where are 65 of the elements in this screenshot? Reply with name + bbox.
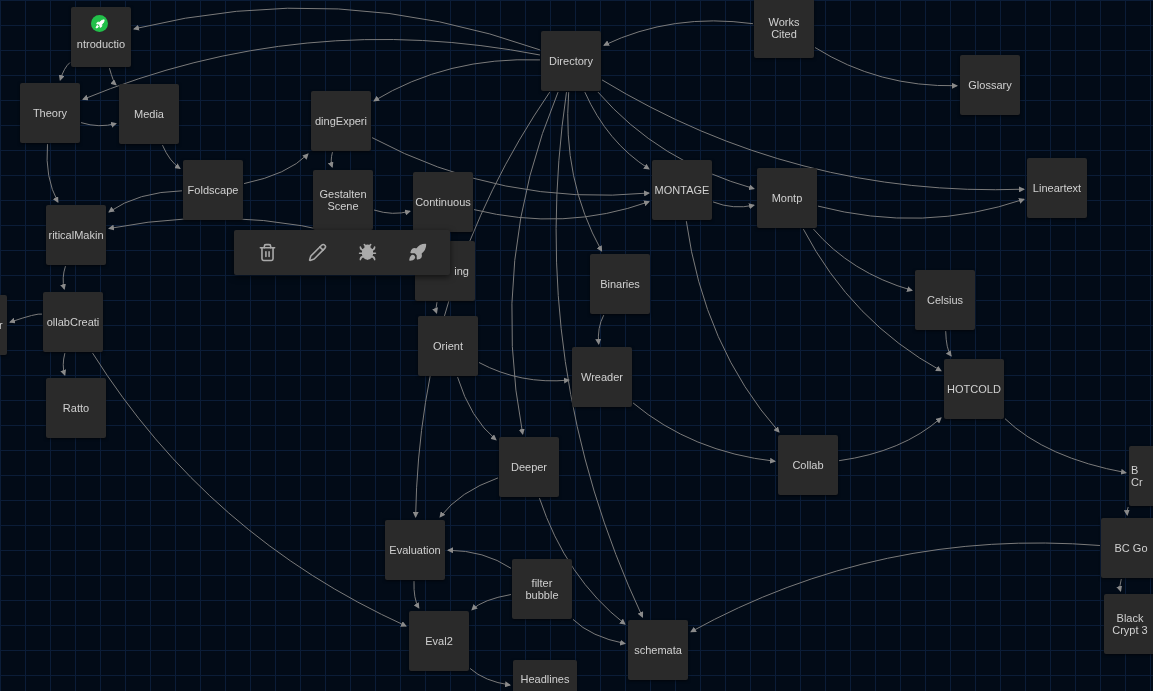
passage-card[interactable]: Theory [20, 83, 80, 143]
passage-title: Continuous [415, 196, 471, 208]
passage-title: Headlines [520, 673, 570, 685]
passage-title: Collab [792, 459, 824, 471]
passage-title: Theory [32, 107, 68, 119]
passage-card[interactable]: Foldscape [183, 160, 243, 220]
passage-card[interactable]: Deeper [499, 437, 559, 497]
passage-title: Deeper [510, 461, 548, 473]
passage-card[interactable]: Wreader [572, 347, 632, 407]
passage-title: Evaluation [389, 544, 441, 556]
passage-card[interactable]: Evaluation [385, 520, 445, 580]
passage-card[interactable]: filter bubble [512, 559, 572, 619]
passage-title: Wreader [581, 371, 623, 383]
passage-card[interactable]: Works Cited [754, 0, 814, 58]
passage-card[interactable]: dingExperi [311, 91, 371, 151]
passage-card[interactable]: ollabCreati [43, 292, 103, 352]
passage-card[interactable]: Eval2 [409, 611, 469, 671]
passage-card[interactable]: Ratto [46, 378, 106, 438]
passage-title: Media [134, 108, 164, 120]
passage-card[interactable]: Collab [778, 435, 838, 495]
passage-card[interactable]: BC Go [1101, 518, 1153, 578]
passage-card[interactable]: Glossary [960, 55, 1020, 115]
passage-title: riticalMakin [48, 229, 104, 241]
passage-card[interactable]: ntroductio [71, 7, 131, 67]
passage-card[interactable]: Orient [418, 316, 478, 376]
passage-title: Foldscape [187, 184, 239, 196]
passage-title: MONTAGE [654, 184, 710, 196]
passage-title: Glossary [968, 79, 1012, 91]
passage-title: Gestalten Scene [318, 188, 368, 212]
passage-card[interactable]: Binaries [590, 254, 650, 314]
passage-title: schemata [634, 644, 682, 656]
passage-title: Orient [433, 340, 463, 352]
passage-title: ollabCreati [46, 316, 100, 328]
passage-card[interactable]: B Cr [1129, 446, 1153, 506]
passage-title: Works Cited [768, 16, 800, 40]
passage-title: Directory [549, 55, 593, 67]
passage-card[interactable]: Lineartext [1027, 158, 1087, 218]
passage-title: Lineartext [1032, 182, 1082, 194]
passage-card[interactable]: Media [119, 84, 179, 144]
passage-card[interactable]: Gestalten Scene [313, 170, 373, 230]
passage-title: r [0, 319, 3, 331]
passage-title: Binaries [600, 278, 640, 290]
passage-title: filter bubble [525, 577, 559, 601]
passage-title: dingExperi [315, 115, 367, 127]
passage-card[interactable]: HOTCOLD [944, 359, 1004, 419]
passage-card[interactable]: r [0, 295, 7, 355]
passage-card[interactable]: Continuous [413, 172, 473, 232]
passage-card[interactable]: MONTAGE [652, 160, 712, 220]
passage-title: B Cr [1131, 464, 1143, 488]
passage-title: BC Go [1114, 542, 1148, 554]
passage-title: Ratto [62, 402, 90, 414]
passage-title: ing [454, 265, 469, 277]
passage-title: HOTCOLD [947, 383, 1001, 395]
passage-card[interactable]: Celsius [915, 270, 975, 330]
passage-card[interactable]: riticalMakin [46, 205, 106, 265]
passage-card[interactable]: Directory [541, 31, 601, 91]
passage-title: Montp [771, 192, 803, 204]
passage-card[interactable]: Montp [757, 168, 817, 228]
passage-title: Eval2 [425, 635, 453, 647]
passage-title: ntroductio [76, 38, 126, 50]
passage-card[interactable]: Headlines [513, 660, 577, 691]
passage-card[interactable]: Black Crypt 3 [1104, 594, 1153, 654]
passage-card[interactable]: schemata [628, 620, 688, 680]
passage-title: Celsius [926, 294, 964, 306]
passage-title: Black Crypt 3 [1111, 612, 1149, 636]
